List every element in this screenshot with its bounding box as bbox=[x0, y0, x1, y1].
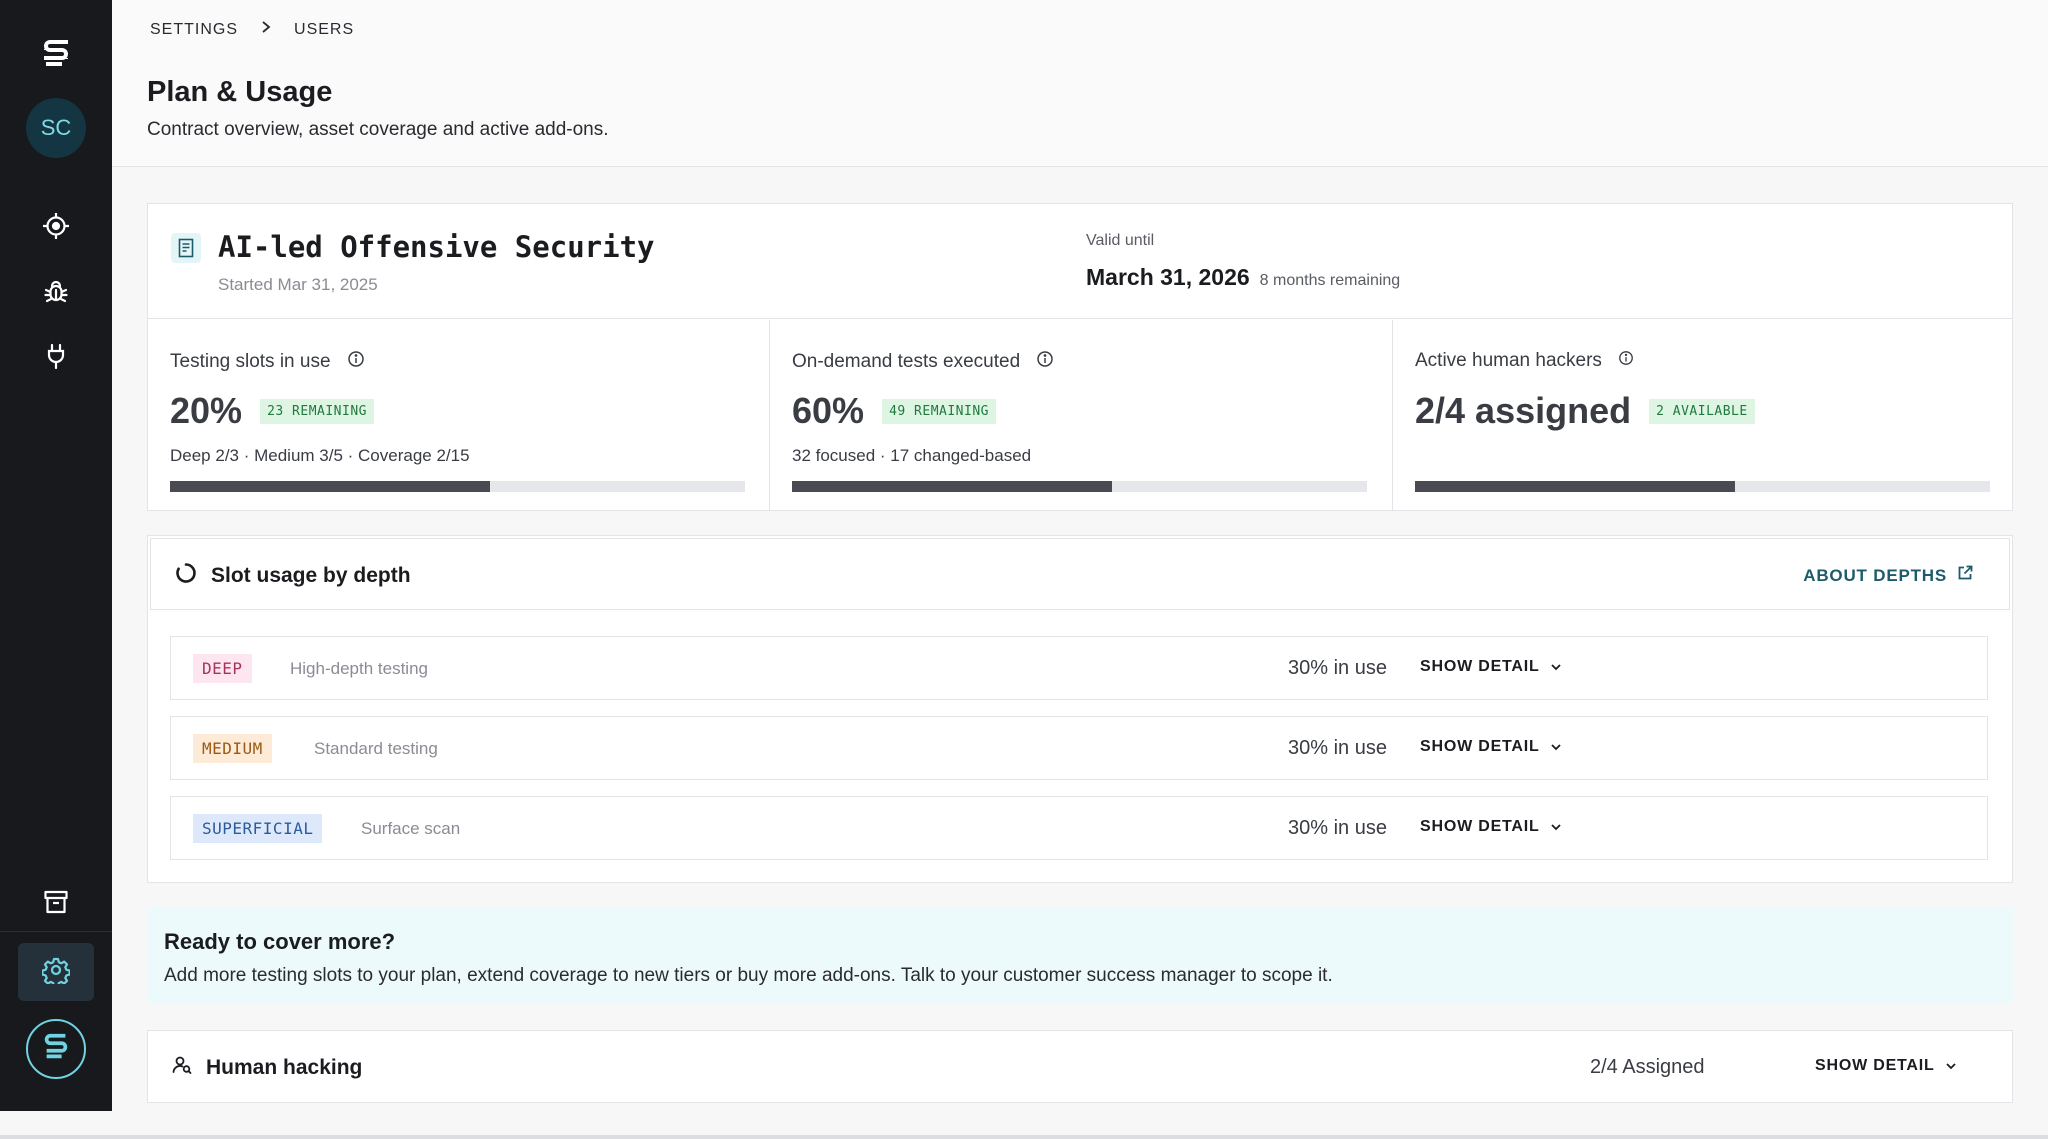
depth-tag: DEEP bbox=[193, 654, 252, 683]
sidebar-item-settings[interactable] bbox=[18, 943, 94, 1001]
metric-on-demand-tests: On-demand tests executed 60% 49 REMAININ… bbox=[769, 320, 1392, 511]
show-detail-button[interactable]: SHOW DETAIL bbox=[1420, 818, 1562, 836]
valid-until-date: March 31, 2026 8 months remaining bbox=[1086, 264, 1400, 291]
metric-human-hackers: Active human hackers 2/4 assigned 2 AVAI… bbox=[1392, 320, 2012, 511]
depth-tag: MEDIUM bbox=[193, 734, 272, 763]
valid-date-value: March 31, 2026 bbox=[1086, 264, 1250, 290]
depth-row-superficial: SUPERFICIAL Surface scan 30% in use SHOW… bbox=[170, 796, 1988, 860]
window-bottom-edge bbox=[0, 1135, 2048, 1139]
assigned-count: 2/4 Assigned bbox=[1590, 1056, 1705, 1078]
page-title: Plan & Usage bbox=[147, 76, 333, 108]
bug-icon[interactable] bbox=[40, 276, 72, 308]
depth-row-deep: DEEP High-depth testing 30% in use SHOW … bbox=[170, 636, 1988, 700]
section-title: Human hacking bbox=[172, 1055, 362, 1081]
callout-text: Add more testing slots to your plan, ext… bbox=[164, 965, 1333, 986]
sidebar: SC bbox=[0, 0, 112, 1111]
chevron-down-icon bbox=[1550, 818, 1562, 836]
metric-label: Testing slots in use bbox=[170, 350, 365, 374]
page-subtitle: Contract overview, asset coverage and ac… bbox=[147, 119, 609, 140]
contract-icon bbox=[171, 233, 201, 263]
plan-name: AI-led Offensive Security bbox=[218, 230, 655, 264]
metric-label: Active human hackers bbox=[1415, 350, 1634, 372]
plan-start-date: Started Mar 31, 2025 bbox=[218, 275, 378, 294]
info-icon[interactable] bbox=[347, 350, 365, 374]
remaining-badge: 23 REMAINING bbox=[260, 398, 374, 424]
brand-badge[interactable] bbox=[26, 1019, 86, 1079]
depth-description: High-depth testing bbox=[290, 659, 428, 678]
section-header: Slot usage by depth ABOUT DEPTHS bbox=[150, 538, 2010, 610]
crosshair-icon[interactable] bbox=[40, 210, 72, 242]
avatar[interactable]: SC bbox=[26, 98, 86, 158]
show-detail-label: SHOW DETAIL bbox=[1420, 818, 1540, 835]
depth-usage: 30% in use bbox=[1288, 657, 1387, 679]
external-link-icon bbox=[1957, 565, 1973, 586]
chevron-down-icon bbox=[1550, 738, 1562, 756]
metric-label-text: Active human hackers bbox=[1415, 350, 1602, 371]
show-detail-button[interactable]: SHOW DETAIL bbox=[1420, 738, 1562, 756]
archive-icon[interactable] bbox=[40, 886, 72, 918]
sidebar-divider bbox=[0, 931, 112, 932]
section-title-text: Human hacking bbox=[206, 1056, 363, 1079]
plug-icon[interactable] bbox=[40, 340, 72, 372]
plan-summary: AI-led Offensive Security Started Mar 31… bbox=[148, 204, 2012, 319]
show-detail-button[interactable]: SHOW DETAIL bbox=[1815, 1057, 1957, 1075]
section-title-text: Slot usage by depth bbox=[211, 564, 411, 587]
show-detail-label: SHOW DETAIL bbox=[1420, 658, 1540, 675]
metric-label: On-demand tests executed bbox=[792, 350, 1054, 374]
upgrade-callout: Ready to cover more? Add more testing sl… bbox=[147, 907, 2013, 1004]
depth-usage: 30% in use bbox=[1288, 737, 1387, 759]
progress-bar bbox=[170, 481, 745, 492]
chevron-down-icon bbox=[1550, 658, 1562, 676]
remaining-badge: 49 REMAINING bbox=[882, 398, 996, 424]
page-header: SETTINGS USERS Plan & Usage Contract ove… bbox=[112, 0, 2048, 167]
loader-ring-icon bbox=[175, 562, 197, 590]
gear-icon bbox=[41, 956, 71, 989]
breadcrumb-users[interactable]: USERS bbox=[294, 21, 354, 39]
depth-description: Surface scan bbox=[361, 819, 461, 838]
info-icon[interactable] bbox=[1618, 350, 1634, 372]
depth-row-medium: MEDIUM Standard testing 30% in use SHOW … bbox=[170, 716, 1988, 780]
metric-testing-slots: Testing slots in use 20% 23 REMAINING De… bbox=[148, 320, 769, 511]
depth-description: Standard testing bbox=[314, 739, 438, 758]
plan-card: AI-led Offensive Security Started Mar 31… bbox=[147, 203, 2013, 511]
avatar-initials: SC bbox=[40, 115, 72, 140]
metric-detail: 32 focused · 17 changed-based bbox=[792, 446, 1032, 465]
progress-fill bbox=[1415, 481, 1735, 492]
breadcrumb-settings[interactable]: SETTINGS bbox=[150, 21, 238, 39]
section-title: Slot usage by depth bbox=[175, 562, 411, 590]
metric-detail: Deep 2/3 · Medium 3/5 · Coverage 2/15 bbox=[170, 446, 470, 465]
about-depths-link[interactable]: ABOUT DEPTHS bbox=[1803, 565, 1973, 586]
progress-bar bbox=[792, 481, 1367, 492]
info-icon[interactable] bbox=[1036, 350, 1054, 374]
about-depths-label: ABOUT DEPTHS bbox=[1803, 565, 1947, 585]
depth-usage: 30% in use bbox=[1288, 817, 1387, 839]
brand-logo-icon[interactable] bbox=[40, 36, 72, 72]
brand-s-icon bbox=[41, 1030, 71, 1069]
human-hacking-section: Human hacking 2/4 Assigned SHOW DETAIL bbox=[147, 1030, 2013, 1103]
metric-value: 2/4 assigned 2 AVAILABLE bbox=[1415, 390, 1755, 432]
metric-value-text: 2/4 assigned bbox=[1415, 390, 1632, 431]
breadcrumb: SETTINGS USERS bbox=[150, 20, 354, 39]
metric-value: 60% 49 REMAINING bbox=[792, 390, 996, 432]
progress-bar bbox=[1415, 481, 1990, 492]
chevron-right-icon bbox=[260, 20, 272, 39]
user-search-icon bbox=[172, 1055, 192, 1081]
progress-fill bbox=[792, 481, 1112, 492]
metric-label-text: On-demand tests executed bbox=[792, 351, 1021, 372]
metric-value: 20% 23 REMAINING bbox=[170, 390, 374, 432]
metric-value-text: 20% bbox=[170, 390, 243, 431]
months-remaining: 8 months remaining bbox=[1259, 272, 1401, 289]
show-detail-label: SHOW DETAIL bbox=[1420, 738, 1540, 755]
metric-value-text: 60% bbox=[792, 390, 865, 431]
chevron-down-icon bbox=[1945, 1057, 1957, 1075]
metric-label-text: Testing slots in use bbox=[170, 351, 331, 372]
valid-until-label: Valid until bbox=[1086, 232, 1155, 249]
show-detail-button[interactable]: SHOW DETAIL bbox=[1420, 658, 1562, 676]
show-detail-label: SHOW DETAIL bbox=[1815, 1057, 1935, 1074]
available-badge: 2 AVAILABLE bbox=[1649, 398, 1755, 424]
callout-title: Ready to cover more? bbox=[164, 929, 396, 954]
progress-fill bbox=[170, 481, 490, 492]
depth-tag: SUPERFICIAL bbox=[193, 814, 323, 843]
slot-usage-section: Slot usage by depth ABOUT DEPTHS DEEP Hi… bbox=[147, 535, 2013, 883]
